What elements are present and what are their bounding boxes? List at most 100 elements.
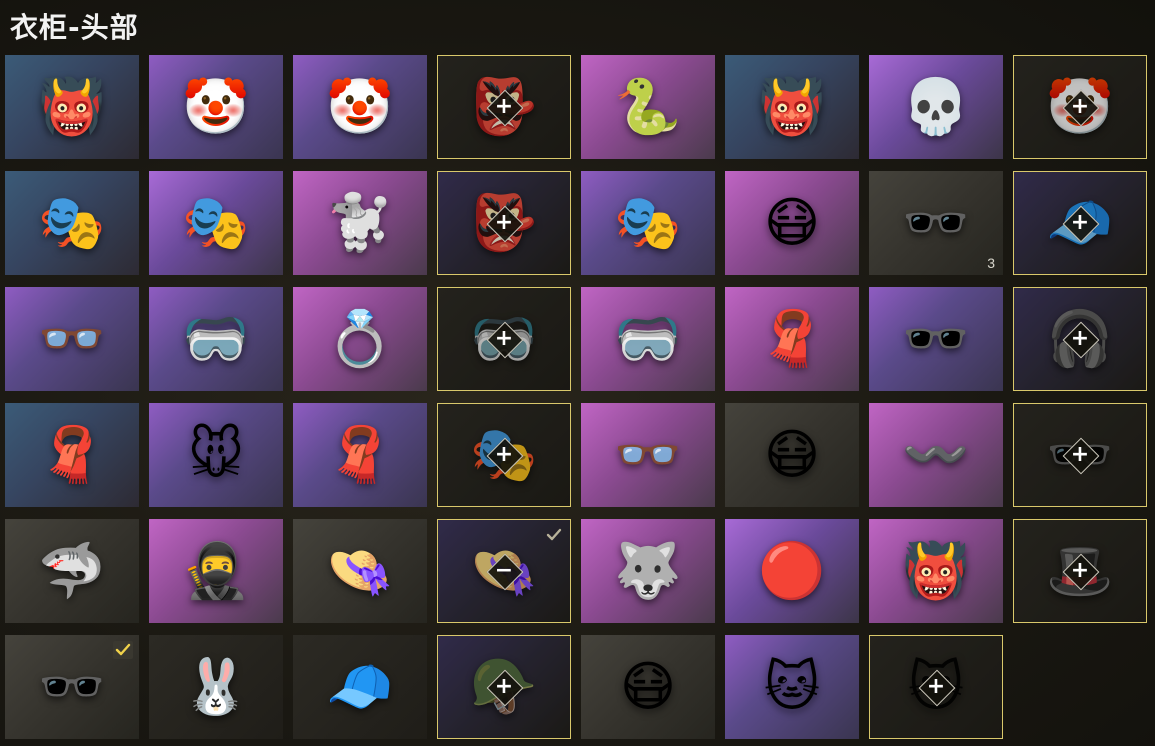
- item-tile[interactable]: 🧣: [5, 403, 139, 507]
- item-tile[interactable]: 🎩+: [1013, 519, 1147, 623]
- clown-mask-icon: 🤡: [182, 75, 250, 138]
- item-tile[interactable]: 🎭: [149, 171, 283, 275]
- sport-glasses-icon: 🕶️: [902, 307, 970, 370]
- item-tile[interactable]: 🔴: [725, 519, 859, 623]
- checkmark-icon: [544, 526, 564, 544]
- joker-mask-icon: 🎭: [38, 191, 106, 254]
- item-count: 3: [987, 255, 995, 271]
- item-tile[interactable]: 🐍: [581, 55, 715, 159]
- add-icon[interactable]: +: [495, 444, 513, 466]
- item-tile[interactable]: 😷: [725, 403, 859, 507]
- item-tile[interactable]: 🐺: [581, 519, 715, 623]
- gas-mask-icon: 😷: [763, 191, 821, 254]
- tribal-mask-icon: 🎭: [182, 191, 250, 254]
- visor-glasses-icon: 🥽: [182, 307, 250, 370]
- checkmark-icon: [113, 641, 133, 659]
- item-tile[interactable]: 😷: [581, 635, 715, 739]
- page-title: 衣柜-头部: [10, 11, 139, 44]
- item-tile[interactable]: 🕶️+: [1013, 403, 1147, 507]
- bandana-icon: 🧣: [758, 307, 826, 370]
- item-tile[interactable]: 👹: [5, 55, 139, 159]
- shark-hat-icon: 🦈: [38, 539, 106, 602]
- add-icon[interactable]: +: [495, 212, 513, 234]
- item-tile[interactable]: 🎭: [5, 171, 139, 275]
- fur-headband-icon: 〰️: [902, 423, 970, 486]
- item-grid: 👹🤡🤡👺+🐍👹💀🤡+🎭🎭🐩👺+🎭😷🕶️3🧢+👓🥽💍🥽+🥽🧣🕶️🎧+🧣🐭🧣🎭+👓😷…: [5, 55, 1147, 739]
- item-tile[interactable]: 🥽+: [437, 287, 571, 391]
- item-tile[interactable]: 😷: [725, 171, 859, 275]
- item-tile[interactable]: 〰️: [869, 403, 1003, 507]
- item-tile[interactable]: 🥽: [581, 287, 715, 391]
- item-tile[interactable]: 🧢: [293, 635, 427, 739]
- skull-mask-icon: 💀: [902, 75, 970, 138]
- item-tile[interactable]: 🥽: [149, 287, 283, 391]
- wolf-mask-icon: 🐺: [614, 539, 682, 602]
- add-icon[interactable]: +: [495, 676, 513, 698]
- clown-mask-icon: 🤡: [326, 75, 394, 138]
- item-tile[interactable]: 🕶️: [869, 287, 1003, 391]
- item-tile[interactable]: 🐭: [149, 403, 283, 507]
- poodle-mask-icon: 🐩: [326, 191, 394, 254]
- medusa-mask-icon: 🐍: [614, 75, 682, 138]
- add-icon[interactable]: +: [495, 328, 513, 350]
- item-tile[interactable]: 🐰: [149, 635, 283, 739]
- item-tile[interactable]: 🐩: [293, 171, 427, 275]
- item-tile[interactable]: 💀: [869, 55, 1003, 159]
- shutter-glasses-icon: 🕶️: [902, 191, 970, 254]
- add-icon[interactable]: +: [495, 96, 513, 118]
- item-tile[interactable]: 🧣: [725, 287, 859, 391]
- earrings-icon: 💍: [326, 307, 394, 370]
- red-skull-mask-icon: 👹: [758, 75, 826, 138]
- add-icon[interactable]: +: [1071, 96, 1089, 118]
- round-glasses-icon: 👓: [38, 307, 106, 370]
- add-icon[interactable]: +: [927, 676, 945, 698]
- kabuki-mask-icon: 🎭: [614, 191, 682, 254]
- item-tile[interactable]: 🪖+: [437, 635, 571, 739]
- item-tile[interactable]: 🎭: [581, 171, 715, 275]
- bucket-hat-icon: 👒: [326, 539, 394, 602]
- item-tile[interactable]: 👒: [293, 519, 427, 623]
- item-tile[interactable]: 🤡: [293, 55, 427, 159]
- item-tile[interactable]: 👓: [581, 403, 715, 507]
- cyber-visor-icon: 🥽: [614, 307, 682, 370]
- item-tile[interactable]: 🧢+: [1013, 171, 1147, 275]
- item-tile[interactable]: 👓: [5, 287, 139, 391]
- star-glasses-icon: 👓: [614, 423, 682, 486]
- add-icon[interactable]: +: [1071, 560, 1089, 582]
- item-tile[interactable]: 🐱+: [869, 635, 1003, 739]
- balaclava-icon: 🥷: [182, 539, 250, 602]
- item-tile[interactable]: 🦈: [5, 519, 139, 623]
- red-scarf-icon: 🧣: [326, 423, 394, 486]
- tactical-mask-icon: 😷: [619, 655, 677, 718]
- item-tile[interactable]: 🕶️ 3: [869, 171, 1003, 275]
- hannya-mask-icon: 👹: [902, 539, 970, 602]
- bunny-ears-icon: 🐰: [182, 655, 250, 718]
- item-tile[interactable]: 🤡+: [1013, 55, 1147, 159]
- item-tile[interactable]: 💍: [293, 287, 427, 391]
- add-icon[interactable]: +: [1071, 212, 1089, 234]
- item-tile[interactable]: 🎧+: [1013, 287, 1147, 391]
- face-cover-icon: 🧣: [38, 423, 106, 486]
- clown-nose-icon: 🔴: [758, 539, 826, 602]
- item-tile[interactable]: 🎭+: [437, 403, 571, 507]
- item-tile[interactable]: 👺+: [437, 171, 571, 275]
- baseball-cap-icon: 🧢: [326, 655, 394, 718]
- add-icon[interactable]: +: [1071, 444, 1089, 466]
- remove-icon[interactable]: −: [495, 560, 513, 582]
- item-tile[interactable]: 🤡: [149, 55, 283, 159]
- item-tile[interactable]: 🧣: [293, 403, 427, 507]
- item-tile[interactable]: 👹: [869, 519, 1003, 623]
- wardrobe-screen: 衣柜-头部 👹🤡🤡👺+🐍👹💀🤡+🎭🎭🐩👺+🎭😷🕶️3🧢+👓🥽💍🥽+🥽🧣🕶️🎧+🧣…: [0, 0, 1155, 746]
- cute-mask-icon: 🐭: [187, 423, 245, 486]
- add-icon[interactable]: +: [1071, 328, 1089, 350]
- purple-sunglasses-icon: 🕶️: [38, 655, 106, 718]
- oni-mask-icon: 👹: [38, 75, 106, 138]
- face-mask-icon: 😷: [763, 423, 821, 486]
- item-tile[interactable]: 🕶️: [5, 635, 139, 739]
- item-tile[interactable]: 👺+: [437, 55, 571, 159]
- item-tile[interactable]: 🥷: [149, 519, 283, 623]
- cat-ears-icon: 🐱: [763, 655, 821, 718]
- item-tile[interactable]: 👒−: [437, 519, 571, 623]
- item-tile[interactable]: 👹: [725, 55, 859, 159]
- item-tile[interactable]: 🐱: [725, 635, 859, 739]
